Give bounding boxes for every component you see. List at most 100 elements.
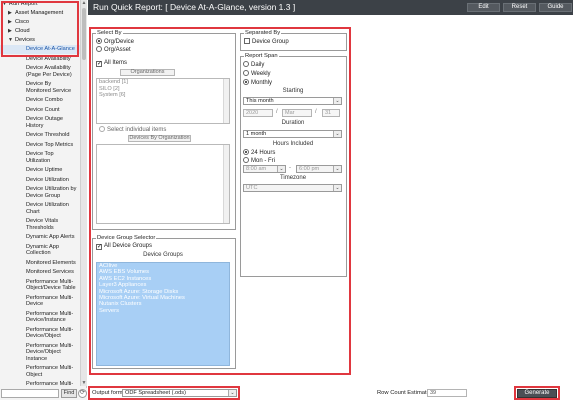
radio-mon-fri[interactable]: Mon - Fri — [243, 157, 275, 165]
time-end-select[interactable]: 6:00 pm ⌄ — [296, 165, 342, 173]
radio-selected-icon — [243, 79, 249, 85]
devices-by-org-list[interactable] — [96, 144, 230, 224]
tree-group-devices[interactable]: ▼ Devices — [0, 36, 80, 45]
scroll-down-icon[interactable]: ▼ — [81, 380, 87, 386]
list-item[interactable]: Servers — [97, 308, 229, 314]
radio-daily[interactable]: Daily — [243, 61, 264, 69]
tree-item[interactable]: Device Utilization Chart — [0, 201, 80, 217]
duration-label: Duration — [281, 120, 305, 126]
tree-root-run-report[interactable]: ▼ Run Report — [0, 0, 80, 9]
starting-select[interactable]: This month ⌄ — [243, 97, 342, 105]
devices-by-org-header: Devices By Organization — [128, 135, 191, 142]
report-span-legend: Report Span — [245, 53, 278, 59]
chevron-down-icon: ⌄ — [333, 166, 341, 172]
chevron-down-icon: ⌄ — [333, 98, 341, 104]
tree-item[interactable]: Device Combo — [0, 96, 80, 106]
device-groups-list[interactable]: ACIlive AWS EBS Volumes AWS EC2 Instance… — [96, 262, 230, 366]
all-device-groups-checkbox[interactable]: ✓ All Device Groups — [96, 242, 152, 250]
report-tree: ▼ Run Report ▶ Asset Management ▶ Cisco ▶ Cl… — [0, 0, 80, 386]
tree-item[interactable]: Device Outage History — [0, 115, 80, 131]
generate-button[interactable]: Generate — [517, 389, 557, 398]
date-month-input[interactable]: Mar — [282, 109, 312, 117]
radio-org-device[interactable]: Org/Device — [96, 38, 134, 46]
row-count-input: 39 — [427, 389, 467, 397]
scroll-up-icon[interactable]: ▲ — [81, 0, 87, 6]
sidebar-scrollbar[interactable]: ▲ ▼ — [80, 0, 87, 386]
output-format-select[interactable]: ODF Spreadsheet (.ods) ⌄ — [122, 389, 237, 397]
chevron-down-icon: ⌄ — [228, 390, 236, 396]
find-input[interactable] — [1, 389, 59, 398]
tree-item[interactable]: Device Top Utilization — [0, 150, 80, 166]
checkbox-icon — [244, 38, 250, 44]
list-scrollbar[interactable] — [223, 79, 229, 123]
radio-24-hours[interactable]: 24 Hours — [243, 149, 275, 157]
find-bar: Find ⟳ — [0, 388, 87, 400]
tree-item[interactable]: Device Availability — [0, 54, 80, 64]
tree-item[interactable]: Device Uptime — [0, 166, 80, 176]
tree-item[interactable]: Dynamic App Collection — [0, 242, 80, 258]
tree-item[interactable]: Device Utilization by Device Group — [0, 185, 80, 201]
organizations-header: Organizations — [120, 69, 175, 76]
tree-item[interactable]: Device Vitals Thresholds — [0, 217, 80, 233]
time-start-select[interactable]: 8:00 am ⌄ — [243, 165, 286, 173]
hours-included-label: Hours Included — [272, 141, 314, 147]
caret-right-icon: ▶ — [8, 28, 12, 34]
tree-item[interactable]: Dynamic App Alerts — [0, 233, 80, 243]
checkmark-icon: ✓ — [96, 61, 103, 67]
refresh-icon[interactable]: ⟳ — [78, 389, 87, 398]
device-group-selector-legend: Device Group Selector — [97, 235, 156, 241]
radio-icon — [99, 126, 105, 132]
tree-item-selected[interactable]: Device At-A-Glance — [0, 45, 80, 54]
tree-item[interactable]: Device Utilization — [0, 175, 80, 185]
reset-button[interactable]: Reset — [503, 3, 536, 12]
all-items-checkbox[interactable]: ✓ All Items — [96, 59, 127, 67]
guide-button[interactable]: Guide — [539, 3, 572, 12]
tree-item[interactable]: Performance Multi-Object/Device Table — [0, 277, 80, 293]
tree-item[interactable]: Monitored Services — [0, 268, 80, 278]
tree-group-cisco[interactable]: ▶ Cisco — [0, 18, 80, 27]
radio-org-asset[interactable]: Org/Asset — [96, 46, 131, 54]
tree-item[interactable]: Performance Multi-Device/Object — [0, 325, 80, 341]
scroll-thumb[interactable] — [82, 8, 86, 60]
chevron-down-icon: ⌄ — [333, 185, 341, 191]
chevron-down-icon: ⌄ — [277, 166, 285, 172]
tree-item[interactable]: Performance Multi-Object — [0, 364, 80, 380]
tree-item[interactable]: Device Threshold — [0, 131, 80, 141]
radio-icon — [96, 46, 102, 52]
date-year-input[interactable]: 2020 — [243, 109, 273, 117]
caret-down-icon: ▼ — [2, 1, 7, 7]
tree-item[interactable]: Device Top Metrics — [0, 140, 80, 150]
checkmark-icon: ✓ — [96, 244, 103, 250]
tree-item[interactable]: Device Availability (Page Per Device) — [0, 64, 80, 80]
tree-item[interactable]: Performance Multi-Device/Object Instance — [0, 341, 80, 364]
tree-group-asset-management[interactable]: ▶ Asset Management — [0, 9, 80, 18]
device-group-checkbox[interactable]: Device Group — [244, 38, 289, 46]
tree-item[interactable]: Device By Monitored Service — [0, 80, 80, 96]
tree-group-cloud[interactable]: ▶ Cloud — [0, 27, 80, 36]
device-groups-header: Device Groups — [143, 252, 183, 258]
report-tree-sidebar: ▼ Run Report ▶ Asset Management ▶ Cisco ▶ Cl… — [0, 0, 87, 400]
duration-select[interactable]: 1 month ⌄ — [243, 130, 342, 138]
date-separator: / — [315, 109, 317, 115]
timezone-select[interactable]: UTC ⌄ — [243, 184, 342, 192]
find-button[interactable]: Find — [61, 389, 77, 398]
organizations-list[interactable]: backend [1] SILO [2] System [6] — [96, 78, 230, 124]
tree-item[interactable]: Monitored Elements — [0, 258, 80, 268]
radio-monthly[interactable]: Monthly — [243, 79, 272, 87]
tree-item[interactable]: Performance Multi-Object/Instance — [0, 380, 80, 386]
tree-item[interactable]: Device Count — [0, 105, 80, 115]
tree-item[interactable]: Performance Multi-Device — [0, 293, 80, 309]
select-individual-radio[interactable]: Select individual items — [99, 126, 166, 134]
caret-down-icon: ▼ — [8, 37, 13, 43]
radio-icon — [243, 157, 249, 163]
date-day-input[interactable]: 31 — [322, 109, 340, 117]
list-item[interactable]: System [6] — [97, 92, 229, 99]
tree-item[interactable]: Performance Multi-Device/Instance — [0, 309, 80, 325]
edit-button[interactable]: Edit — [467, 3, 500, 12]
caret-right-icon: ▶ — [8, 19, 12, 25]
list-scrollbar[interactable] — [223, 145, 229, 223]
date-separator: / — [276, 109, 278, 115]
time-dash: - — [289, 165, 291, 171]
radio-weekly[interactable]: Weekly — [243, 70, 271, 78]
radio-icon — [243, 70, 249, 76]
